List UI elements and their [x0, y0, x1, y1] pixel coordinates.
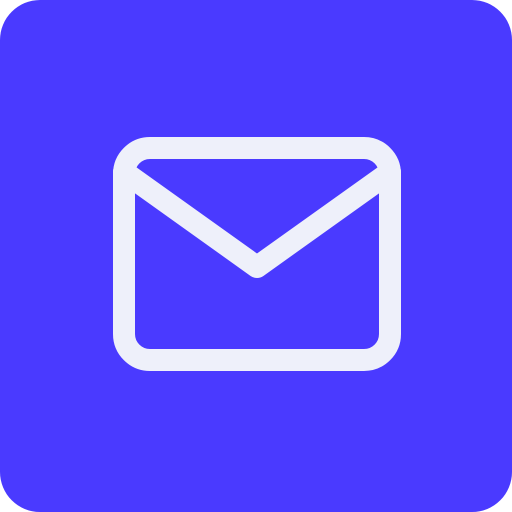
envelope-flap — [113, 161, 401, 278]
mail-app-icon[interactable] — [0, 0, 512, 512]
envelope-icon — [113, 137, 401, 371]
